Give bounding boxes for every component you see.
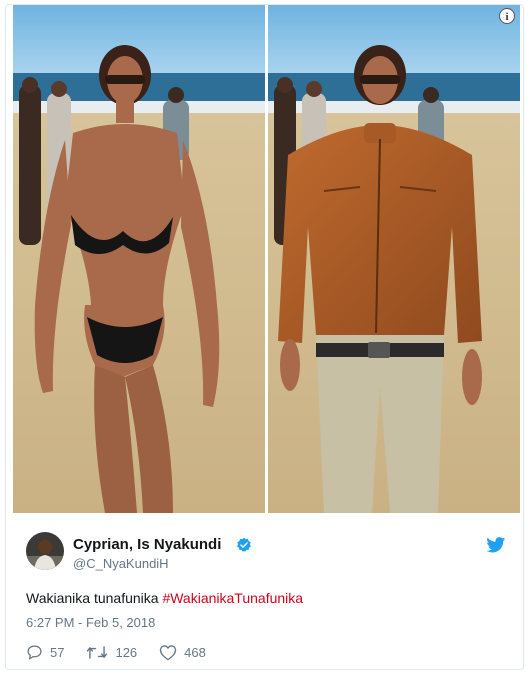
twitter-bird-icon[interactable] — [486, 537, 506, 553]
hashtag-link[interactable]: #WakianikaTunafunika — [162, 590, 303, 606]
retweet-count: 126 — [115, 644, 138, 660]
tweet-actions: 57 126 468 — [26, 643, 228, 661]
tweet-card: i Cyprian, Is Nyakundi @C_NyaKundiH Waki… — [5, 4, 524, 670]
tweet-timestamp[interactable]: 6:27 PM - Feb 5, 2018 — [26, 615, 155, 630]
user-handle[interactable]: @C_NyaKundiH — [73, 556, 169, 571]
avatar[interactable] — [26, 532, 64, 570]
photo-left-illustration — [13, 5, 265, 513]
reply-icon — [27, 644, 42, 660]
tweet-body: Cyprian, Is Nyakundi @C_NyaKundiH Wakian… — [6, 517, 523, 669]
verified-badge-icon — [237, 537, 251, 552]
like-count: 468 — [184, 644, 206, 660]
tweet-text-plain: Wakianika tunafunika — [26, 590, 163, 606]
photo-left[interactable] — [13, 5, 265, 513]
photo-right[interactable]: i — [268, 5, 520, 513]
avatar-image — [26, 532, 64, 570]
like-action[interactable]: 468 — [159, 644, 206, 661]
reply-action[interactable]: 57 — [26, 644, 64, 661]
retweet-action[interactable]: 126 — [86, 644, 137, 661]
tweet-media[interactable]: i — [13, 5, 520, 513]
info-icon[interactable]: i — [499, 8, 515, 24]
display-name[interactable]: Cyprian, Is Nyakundi — [73, 536, 221, 553]
heart-icon — [159, 644, 177, 660]
retweet-icon — [87, 645, 108, 659]
reply-count: 57 — [50, 644, 65, 660]
tweet-text: Wakianika tunafunika #WakianikaTunafunik… — [26, 590, 303, 606]
photo-right-illustration — [268, 5, 520, 513]
